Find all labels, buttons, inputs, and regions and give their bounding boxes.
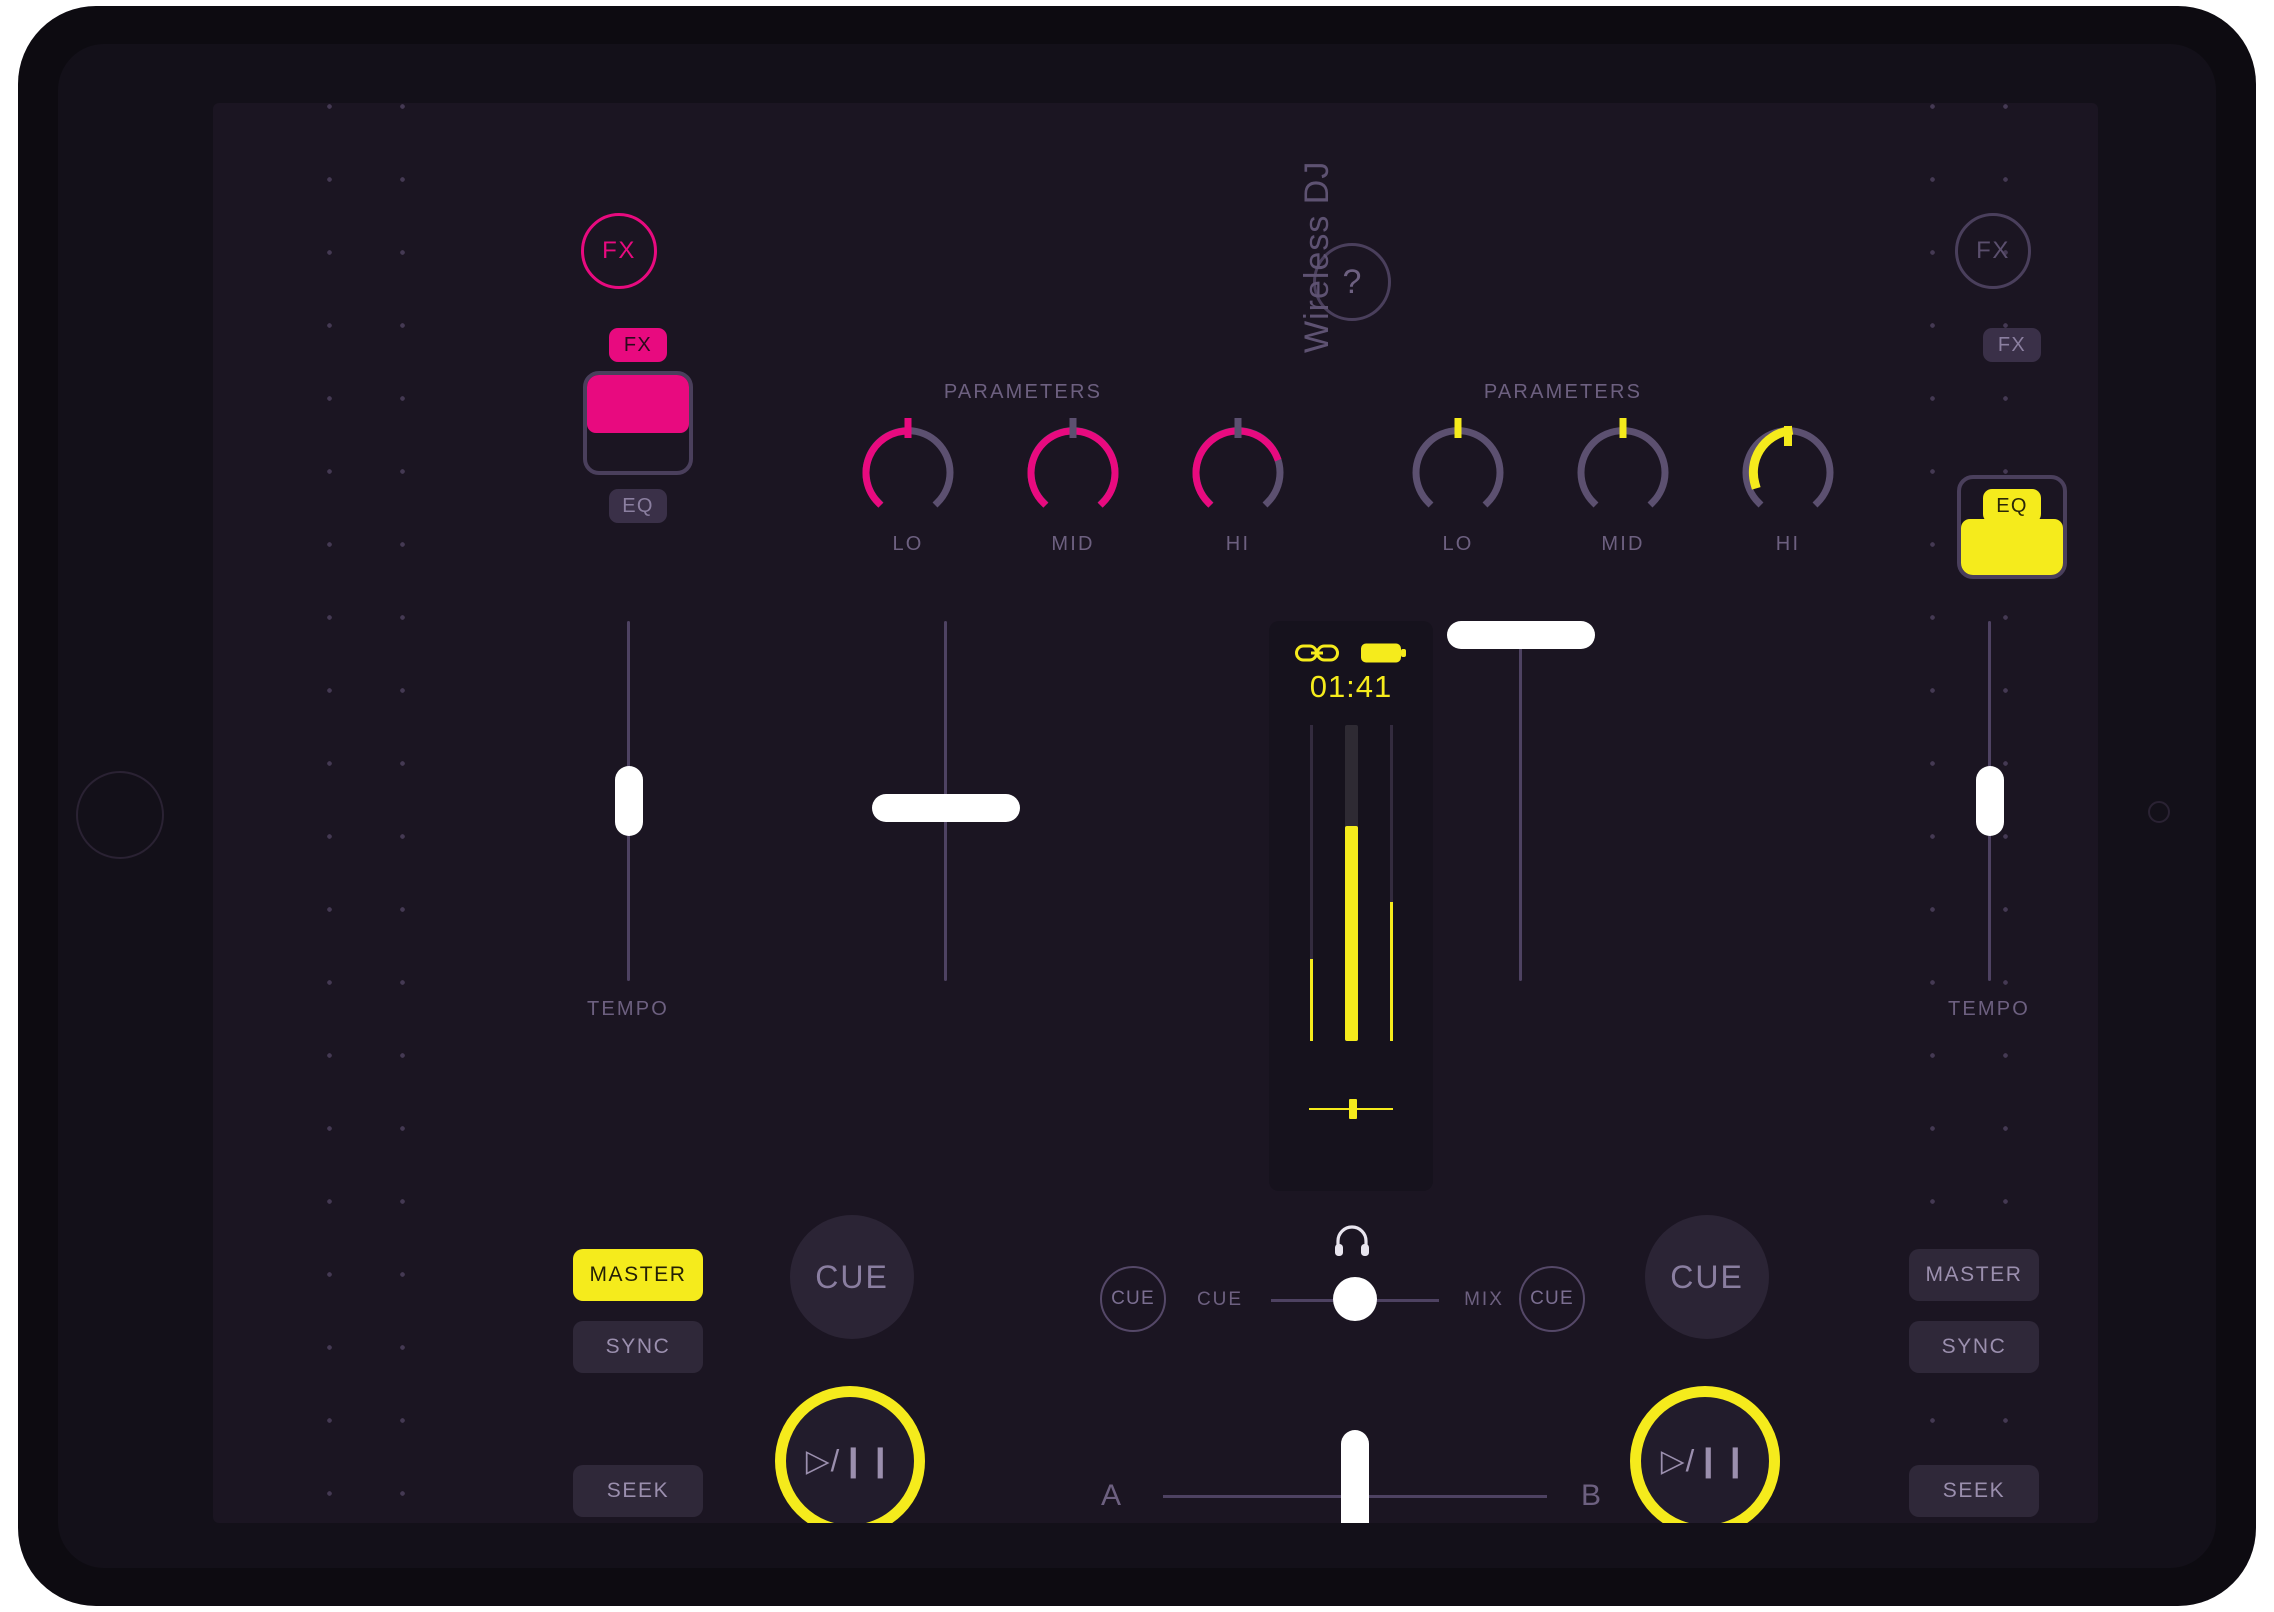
center-status-display: 01:41 (1269, 621, 1433, 1191)
tablet-frame: ? Wireless DJ FX FX EQ PARAMETERS LO MID… (18, 6, 2256, 1606)
deck-a-knob-lo-label: LO (892, 533, 924, 555)
cue-mix-handle[interactable] (1333, 1277, 1377, 1321)
deck-b-parameters-label: PARAMETERS (1483, 381, 1643, 403)
deck-b-seek-label: SEEK (1942, 1479, 2006, 1502)
deck-b-tab-eq-label: EQ (1996, 494, 2028, 517)
deck-b-seek-button[interactable]: SEEK (1909, 1465, 2039, 1517)
deck-a-cue-label: CUE (815, 1258, 889, 1295)
deck-b-master-label: MASTER (1925, 1263, 2023, 1286)
deck-b-knob-hi-label: HI (1775, 533, 1801, 555)
deck-b-play-pause-label: ▷/❙❙ (1660, 1443, 1750, 1478)
deck-b-sync-button[interactable]: SYNC (1909, 1321, 2039, 1373)
deck-a-knob-hi[interactable] (1183, 416, 1293, 533)
deck-b-fx-pad-fill (1961, 519, 2063, 575)
deck-b-cue-small-label: CUE (1530, 1288, 1574, 1309)
deck-a-master-button[interactable]: MASTER (573, 1249, 703, 1301)
deck-b-tab-fx[interactable]: FX (1983, 328, 2041, 362)
deck-b-knob-lo[interactable] (1403, 416, 1513, 533)
session-timer: 01:41 (1309, 669, 1393, 704)
deck-a-cue-button[interactable]: CUE (790, 1215, 914, 1339)
deck-b-sync-label: SYNC (1941, 1335, 2007, 1358)
cue-mix-right-label: MIX (1464, 1289, 1504, 1310)
dot-grid-left (279, 103, 429, 1523)
deck-b-cue-button[interactable]: CUE (1645, 1215, 1769, 1339)
deck-a-knob-lo[interactable] (853, 416, 963, 533)
meter-left-fill (1310, 958, 1313, 1041)
deck-a-fx-button[interactable]: FX (581, 213, 657, 289)
deck-a-tempo-label: TEMPO (586, 998, 670, 1020)
deck-a-fx-pad[interactable] (583, 371, 693, 475)
deck-b-fx-button-label: FX (1976, 237, 2010, 264)
crossfader-label-a: A (1100, 1479, 1121, 1512)
link-icon (1295, 643, 1339, 668)
deck-b-tab-fx-label: FX (1997, 333, 2027, 356)
meter-right-fill (1390, 901, 1393, 1041)
deck-a-knob-mid-label: MID (1051, 533, 1095, 555)
deck-b-volume-track[interactable] (1519, 621, 1522, 981)
deck-a-tempo-handle[interactable] (615, 766, 643, 836)
battery-full-icon (1361, 643, 1407, 668)
deck-a-parameters-label: PARAMETERS (943, 381, 1103, 403)
dot-grid-right (1882, 103, 2032, 1523)
camera-icon (2148, 801, 2170, 823)
deck-b-knob-mid-label: MID (1601, 533, 1645, 555)
crossfader-handle[interactable] (1341, 1430, 1369, 1523)
home-button[interactable] (76, 771, 164, 859)
dj-app-screen: ? Wireless DJ FX FX EQ PARAMETERS LO MID… (213, 103, 2098, 1523)
deck-b-tempo-label: TEMPO (1947, 998, 2031, 1020)
deck-a-tab-fx-label: FX (623, 333, 653, 356)
deck-a-master-label: MASTER (589, 1263, 687, 1286)
deck-a-volume-handle[interactable] (872, 793, 1020, 822)
deck-b-knob-hi[interactable] (1733, 418, 1843, 533)
deck-a-cue-small-label: CUE (1111, 1288, 1155, 1309)
app-title: Wireless DJ (1298, 160, 1336, 353)
deck-a-knob-hi-label: HI (1225, 533, 1251, 555)
deck-a-fx-pad-fill (587, 375, 689, 433)
help-label: ? (1342, 262, 1362, 301)
deck-a-sync-button[interactable]: SYNC (573, 1321, 703, 1373)
headphone-icon (1333, 1225, 1371, 1262)
deck-b-master-button[interactable]: MASTER (1909, 1249, 2039, 1301)
deck-b-tab-eq[interactable]: EQ (1983, 489, 2041, 523)
crossfader-label-b: B (1580, 1479, 1601, 1512)
deck-a-play-pause-button[interactable]: ▷/❙❙ (775, 1386, 925, 1523)
deck-a-tab-eq-label: EQ (622, 494, 654, 517)
deck-b-play-pause-button[interactable]: ▷/❙❙ (1630, 1386, 1780, 1523)
deck-a-seek-button[interactable]: SEEK (573, 1465, 703, 1517)
deck-a-tab-eq[interactable]: EQ (609, 489, 667, 523)
deck-b-volume-handle[interactable] (1447, 621, 1595, 649)
deck-b-fx-button[interactable]: FX (1955, 213, 2031, 289)
cue-mix-left-label: CUE (1196, 1289, 1244, 1310)
deck-b-knob-mid[interactable] (1568, 416, 1678, 533)
deck-a-seek-label: SEEK (606, 1479, 670, 1502)
deck-b-tempo-handle[interactable] (1976, 766, 2004, 836)
deck-a-play-pause-label: ▷/❙❙ (805, 1443, 895, 1478)
balance-slider-handle[interactable] (1348, 1099, 1357, 1119)
deck-b-cue-small-button[interactable]: CUE (1519, 1266, 1585, 1332)
meter-center-fill (1345, 826, 1358, 1041)
deck-a-sync-label: SYNC (605, 1335, 671, 1358)
deck-a-cue-small-button[interactable]: CUE (1100, 1266, 1166, 1332)
deck-b-knob-hi-indicator (1784, 426, 1792, 446)
deck-b-cue-label: CUE (1670, 1258, 1744, 1295)
deck-a-knob-mid[interactable] (1018, 416, 1128, 533)
deck-a-fx-button-label: FX (602, 237, 636, 264)
deck-a-tab-fx[interactable]: FX (609, 328, 667, 362)
deck-b-knob-lo-label: LO (1442, 533, 1474, 555)
